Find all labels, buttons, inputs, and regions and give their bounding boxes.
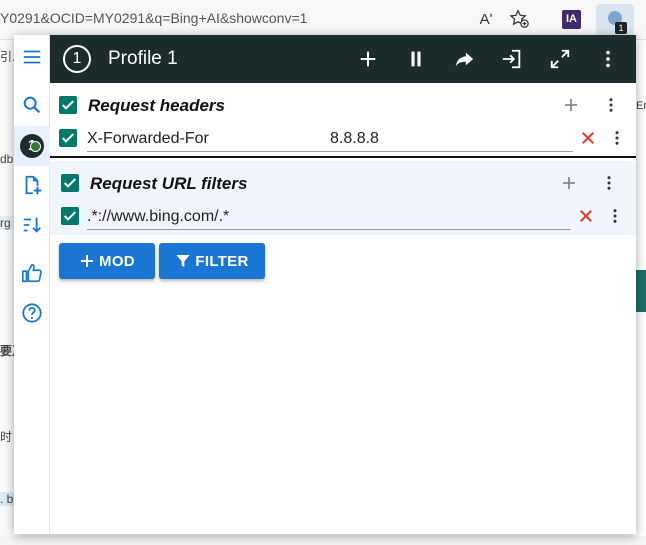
profile-title[interactable]: Profile 1 [108,48,178,70]
background-button [636,270,646,312]
more-vert-icon [606,50,610,68]
fullscreen-button[interactable] [548,47,572,71]
input-underline [87,151,573,152]
ia-extension-icon[interactable]: IA [562,10,581,29]
modheader-popup: 1 1 Profile 1 [14,35,636,534]
input-underline [87,229,571,230]
pause-icon [411,51,421,67]
sidebar: 1 [14,35,50,534]
plus-icon [81,255,94,267]
import-button[interactable] [500,47,524,71]
add-profile-button[interactable] [14,167,50,203]
request-headers-section: Request headers X-Forwarded-For 8.8.8.8 [50,83,636,157]
section-more-button[interactable] [600,94,622,116]
check-icon [61,133,75,143]
plus-icon [360,51,376,67]
profile-selector-1[interactable]: 1 [14,126,50,166]
url-filter-input[interactable]: .*://www.bing.com/.* [87,208,229,226]
more-vert-icon [607,176,611,190]
row-more-button[interactable] [604,205,626,227]
check-icon [63,178,77,188]
url-filters-section: Request URL filters .*://www.bing.com/.* [50,161,636,235]
search-icon [23,96,41,114]
profile-header: 1 Profile 1 [50,35,636,83]
add-file-icon [25,175,42,195]
add-button[interactable] [356,47,380,71]
filter-row-checkbox[interactable] [61,207,79,225]
background-text: 时 [0,430,13,444]
browser-toolbar: Y0291&OCID=MY0291&q=Bing+AI&showconv=1 A… [0,0,646,40]
background-text: rg [0,216,14,230]
sort-button[interactable] [14,207,50,243]
close-icon [580,210,592,222]
filter-icon [176,255,191,267]
background-text: 要及 [0,344,14,358]
pause-button[interactable] [404,47,428,71]
delete-filter-button[interactable] [575,205,597,227]
read-aloud-icon[interactable]: Aʹ [474,8,498,32]
section-more-button[interactable] [598,172,620,194]
add-mod-button[interactable]: MOD [59,243,155,279]
close-icon [582,132,594,144]
check-icon [63,211,77,221]
expand-icon [550,49,570,69]
delete-header-button[interactable] [577,127,599,149]
address-bar-url[interactable]: Y0291&OCID=MY0291&q=Bing+AI&showconv=1 [0,10,307,26]
background-text: db [0,152,14,166]
header-name-input[interactable]: X-Forwarded-For [87,130,209,148]
add-header-button[interactable] [560,94,582,116]
hamburger-menu-icon [23,50,41,64]
add-mod-label: MOD [99,252,135,270]
more-vert-icon [613,209,617,223]
help-button[interactable] [14,295,50,331]
profile-badge[interactable]: 1 [63,45,91,73]
plus-icon [563,177,575,189]
like-button[interactable] [14,255,50,291]
more-vert-icon [615,131,619,145]
background-text: . b [0,492,14,506]
header-value-input[interactable]: 8.8.8.8 [330,130,379,148]
add-filter-button[interactable] [558,172,580,194]
request-headers-checkbox[interactable] [59,96,77,114]
plus-icon [565,99,577,111]
more-options-button[interactable] [596,47,620,71]
search-button[interactable] [14,87,50,123]
row-more-button[interactable] [606,127,628,149]
active-check-icon [30,141,41,152]
more-vert-icon [609,98,613,112]
header-editor-extension-button[interactable]: 1 [596,4,634,36]
share-button[interactable] [452,47,476,71]
thumbs-up-icon [22,263,42,283]
add-filter-action-button[interactable]: FILTER [159,243,265,279]
check-icon [61,100,75,110]
url-filters-checkbox[interactable] [61,174,79,192]
sort-icon [23,217,41,233]
help-icon [22,303,42,323]
login-icon [502,49,521,69]
section-divider [50,156,636,158]
background-text: Er [636,100,646,112]
add-filter-label: FILTER [195,252,249,270]
main-panel: 1 Profile 1 Request headers X-Forwarded-… [50,35,636,534]
share-arrow-icon [455,52,474,67]
extension-badge: 1 [615,22,627,34]
header-row-checkbox[interactable] [59,129,77,147]
section-title: Request URL filters [90,174,248,193]
background-page-bottom [0,536,646,545]
add-favorite-icon[interactable] [508,8,532,32]
section-title: Request headers [88,96,225,115]
menu-button[interactable] [14,39,50,75]
background-text: 引.. [0,50,14,64]
